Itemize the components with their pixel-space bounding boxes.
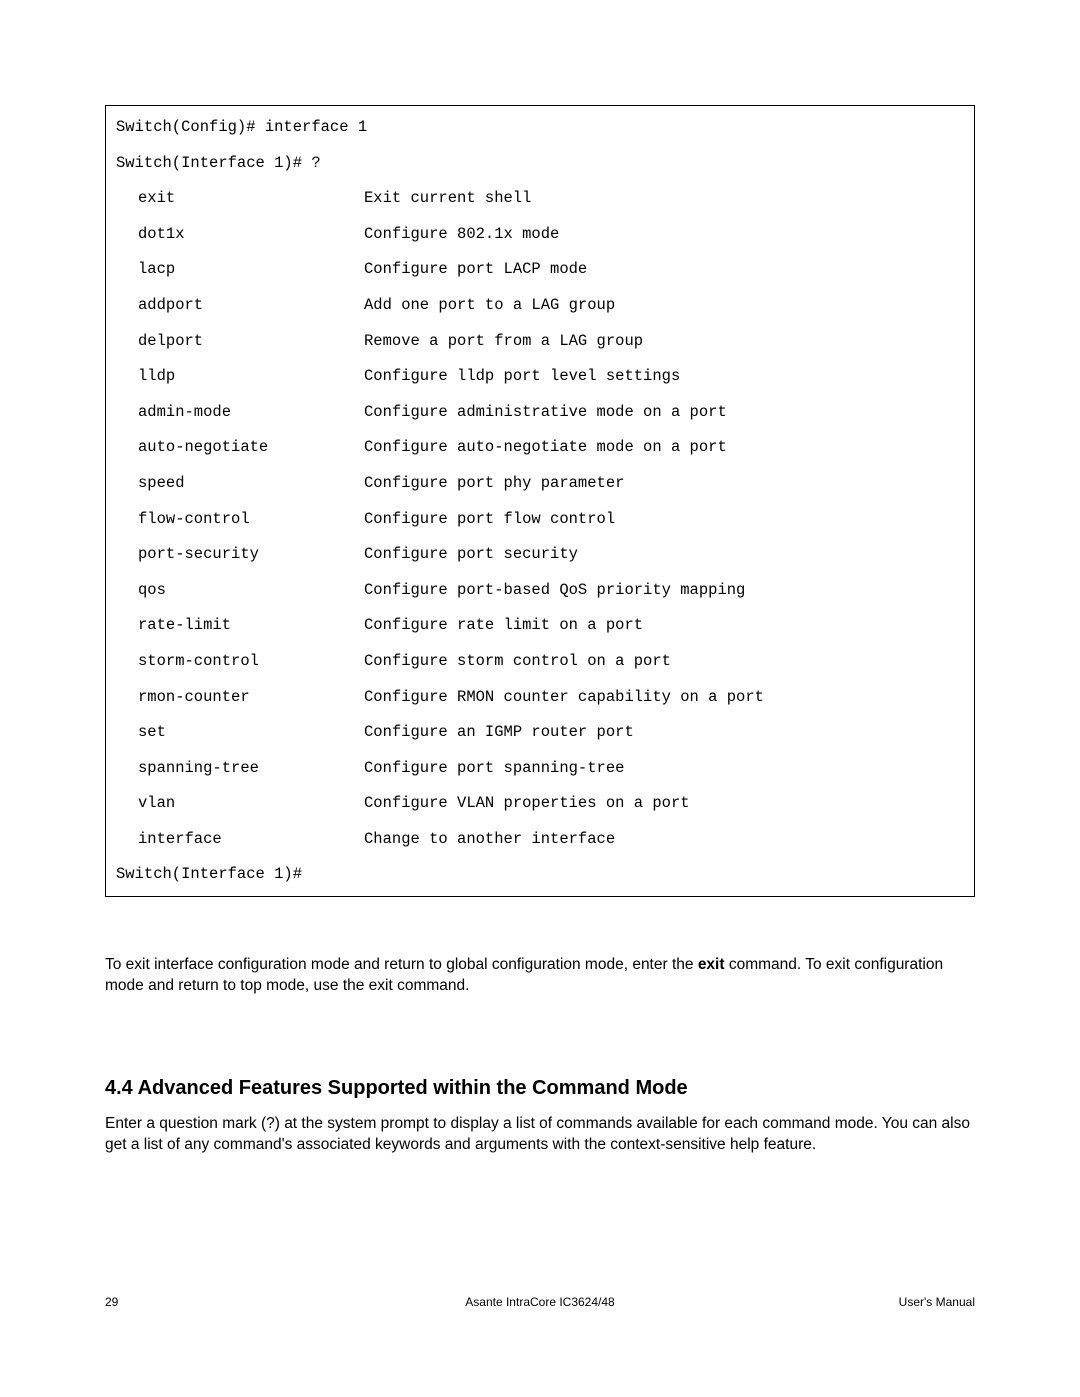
command-name: auto-negotiate: [116, 438, 364, 457]
terminal-output: Switch(Config)# interface 1 Switch(Inter…: [105, 105, 975, 897]
command-description: Configure port-based QoS priority mappin…: [364, 581, 964, 600]
command-description: Configure rate limit on a port: [364, 616, 964, 635]
command-description: Configure VLAN properties on a port: [364, 794, 964, 813]
command-description: Configure port phy parameter: [364, 474, 964, 493]
command-row: admin-modeConfigure administrative mode …: [116, 403, 964, 422]
command-name: dot1x: [116, 225, 364, 244]
command-name: spanning-tree: [116, 759, 364, 778]
command-row: speedConfigure port phy parameter: [116, 474, 964, 493]
command-description: Configure lldp port level settings: [364, 367, 964, 386]
command-row: setConfigure an IGMP router port: [116, 723, 964, 742]
body-paragraph: Enter a question mark (?) at the system …: [105, 1114, 975, 1156]
command-row: exitExit current shell: [116, 189, 964, 208]
command-name: exit: [116, 189, 364, 208]
command-description: Exit current shell: [364, 189, 964, 208]
command-name: admin-mode: [116, 403, 364, 422]
command-name: rate-limit: [116, 616, 364, 635]
command-description: Configure port LACP mode: [364, 260, 964, 279]
bold-text: exit: [698, 956, 725, 973]
command-name: lldp: [116, 367, 364, 386]
command-description: Configure administrative mode on a port: [364, 403, 964, 422]
command-row: dot1xConfigure 802.1x mode: [116, 225, 964, 244]
section-heading: 4.4 Advanced Features Supported within t…: [105, 1077, 975, 1100]
command-name: flow-control: [116, 510, 364, 529]
command-description: Configure port spanning-tree: [364, 759, 964, 778]
terminal-line: Switch(Interface 1)# ?: [116, 154, 964, 173]
terminal-line: Switch(Interface 1)#: [116, 865, 964, 884]
command-name: storm-control: [116, 652, 364, 671]
command-description: Change to another interface: [364, 830, 964, 849]
command-row: qosConfigure port-based QoS priority map…: [116, 581, 964, 600]
command-description: Configure 802.1x mode: [364, 225, 964, 244]
command-row: addportAdd one port to a LAG group: [116, 296, 964, 315]
command-row: storm-controlConfigure storm control on …: [116, 652, 964, 671]
command-name: qos: [116, 581, 364, 600]
command-row: rmon-counterConfigure RMON counter capab…: [116, 688, 964, 707]
command-description: Configure RMON counter capability on a p…: [364, 688, 964, 707]
footer-doc-title: User's Manual: [899, 1295, 975, 1309]
command-row: spanning-treeConfigure port spanning-tre…: [116, 759, 964, 778]
command-name: port-security: [116, 545, 364, 564]
command-name: addport: [116, 296, 364, 315]
command-name: vlan: [116, 794, 364, 813]
command-name: delport: [116, 332, 364, 351]
command-row: vlanConfigure VLAN properties on a port: [116, 794, 964, 813]
terminal-line: Switch(Config)# interface 1: [116, 118, 964, 137]
footer-product-name: Asante IntraCore IC3624/48: [465, 1295, 614, 1309]
page-footer: 29 Asante IntraCore IC3624/48 User's Man…: [105, 1295, 975, 1309]
command-row: lldpConfigure lldp port level settings: [116, 367, 964, 386]
page-number: 29: [105, 1295, 118, 1309]
command-row: auto-negotiateConfigure auto-negotiate m…: [116, 438, 964, 457]
command-description: Configure storm control on a port: [364, 652, 964, 671]
command-description: Configure auto-negotiate mode on a port: [364, 438, 964, 457]
command-name: interface: [116, 830, 364, 849]
command-description: Add one port to a LAG group: [364, 296, 964, 315]
command-name: speed: [116, 474, 364, 493]
command-row: delportRemove a port from a LAG group: [116, 332, 964, 351]
command-row: flow-controlConfigure port flow control: [116, 510, 964, 529]
command-row: port-securityConfigure port security: [116, 545, 964, 564]
command-row: lacpConfigure port LACP mode: [116, 260, 964, 279]
command-name: rmon-counter: [116, 688, 364, 707]
command-description: Remove a port from a LAG group: [364, 332, 964, 351]
command-row: interfaceChange to another interface: [116, 830, 964, 849]
command-description: Configure port security: [364, 545, 964, 564]
command-row: rate-limitConfigure rate limit on a port: [116, 616, 964, 635]
text-fragment: To exit interface configuration mode and…: [105, 956, 698, 973]
body-paragraph: To exit interface configuration mode and…: [105, 955, 975, 997]
command-name: set: [116, 723, 364, 742]
command-description: Configure an IGMP router port: [364, 723, 964, 742]
command-description: Configure port flow control: [364, 510, 964, 529]
command-name: lacp: [116, 260, 364, 279]
